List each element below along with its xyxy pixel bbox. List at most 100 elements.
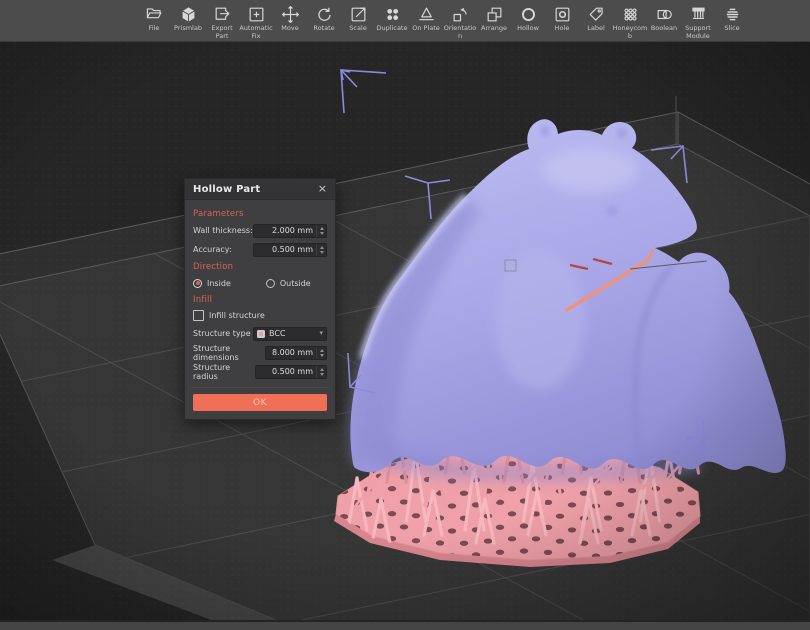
bear-eye <box>607 207 618 216</box>
prismlab-cube-icon <box>179 5 198 24</box>
hole-icon <box>553 5 572 24</box>
structure-radius-label: Structure radius <box>193 363 255 381</box>
structure-preview-icon <box>257 330 265 338</box>
slice-icon <box>723 5 742 24</box>
hollow-circle-icon <box>519 5 538 24</box>
wall-thickness-value: 2.000 mm <box>272 226 316 235</box>
toolbar-button-label: Boolean <box>646 25 682 33</box>
toolbar-button-slice[interactable]: Slice <box>715 5 749 40</box>
toolbar-button-arrange[interactable]: Arrange <box>477 5 511 40</box>
structure-dimensions-value: 8.000 mm <box>272 348 316 357</box>
spinner-up-icon[interactable] <box>320 349 324 352</box>
accuracy-label: Accuracy: <box>193 245 232 254</box>
spinner-up-icon[interactable] <box>320 368 324 371</box>
wall-thickness-field[interactable]: 2.000 mm <box>253 224 327 238</box>
toolbar-button-text: Label <box>578 25 614 33</box>
toolbar-button-hollow[interactable]: Hollow <box>511 5 545 40</box>
structure-dimensions-field[interactable]: 8.000 mm <box>265 346 327 360</box>
toolbar-button-on-plate[interactable]: On Plate <box>409 5 443 40</box>
rotate-icon <box>315 5 334 24</box>
spinner-down-icon[interactable] <box>320 251 324 254</box>
toolbar-button-duplicate[interactable]: Duplicate <box>375 5 409 40</box>
toolbar-button-label: Duplicate <box>374 25 410 33</box>
accuracy-field[interactable]: 0.500 mm <box>253 243 327 257</box>
toolbar-button-label: Scale <box>340 25 376 33</box>
structure-type-label: Structure type <box>193 329 251 338</box>
main-toolbar: File Prismlab Export Part Automatic Fix … <box>0 0 810 42</box>
toolbar-button-move[interactable]: Move <box>273 5 307 40</box>
orientation-icon <box>451 5 470 24</box>
arrange-icon <box>485 5 504 24</box>
structure-dimensions-spinner[interactable] <box>316 347 326 359</box>
toolbar-button-automatic-fix[interactable]: Automatic Fix <box>239 5 273 40</box>
toolbar-button-orientation[interactable]: Orientation <box>443 5 477 40</box>
tag-icon <box>587 5 606 24</box>
inside-radio[interactable] <box>193 279 202 288</box>
toolbar-button-label: Support Module <box>680 25 716 40</box>
honeycomb-icon <box>621 5 640 24</box>
toolbar-button-label: Honeycomb <box>612 25 648 40</box>
accuracy-value: 0.500 mm <box>272 245 316 254</box>
spinner-up-icon[interactable] <box>320 227 324 230</box>
section-parameters: Parameters <box>193 209 327 219</box>
toolbar-button-label: Orientation <box>442 25 478 40</box>
dialog-title: Hollow Part <box>193 184 260 195</box>
toolbar-button-label: Hole <box>544 25 580 33</box>
fix-plus-icon <box>247 5 266 24</box>
wall-thickness-spinner[interactable] <box>316 225 326 237</box>
toolbar-button-scale[interactable]: Scale <box>341 5 375 40</box>
toolbar-button-label: On Plate <box>408 25 444 33</box>
move-arrows-icon <box>281 5 300 24</box>
toolbar-button-label[interactable]: Label <box>579 5 613 40</box>
toolbar-button-file[interactable]: File <box>137 5 171 40</box>
spinner-up-icon[interactable] <box>320 246 324 249</box>
dialog-titlebar[interactable]: Hollow Part × <box>185 179 335 200</box>
inside-radio-label: Inside <box>207 279 231 288</box>
on-plate-icon <box>417 5 436 24</box>
toolbar-button-support-module[interactable]: Support Module <box>681 5 715 40</box>
spinner-down-icon[interactable] <box>320 373 324 376</box>
structure-radius-field[interactable]: 0.500 mm <box>255 365 327 379</box>
infill-structure-label: Infill structure <box>209 311 265 320</box>
toolbar-button-prismlab[interactable]: Prismlab <box>171 5 205 40</box>
toolbar-button-label: Automatic Fix <box>238 25 274 40</box>
section-infill: Infill <box>193 295 327 305</box>
ok-button[interactable]: OK <box>193 394 327 411</box>
toolbar-button-export-part[interactable]: Export Part <box>205 5 239 40</box>
toolbar-button-honeycomb[interactable]: Honeycomb <box>613 5 647 40</box>
viewport-3d[interactable] <box>0 0 810 630</box>
toolbar-button-rotate[interactable]: Rotate <box>307 5 341 40</box>
close-icon[interactable]: × <box>318 184 327 194</box>
structure-radius-value: 0.500 mm <box>272 367 316 376</box>
toolbar-button-hole[interactable]: Hole <box>545 5 579 40</box>
scale-icon <box>349 5 368 24</box>
folder-icon <box>145 5 164 24</box>
export-icon <box>213 5 232 24</box>
wall-thickness-label: Wall thickness: <box>193 226 253 235</box>
structure-type-value: BCC <box>269 329 319 338</box>
structure-type-dropdown[interactable]: BCC ▾ <box>253 327 327 341</box>
structure-dimensions-label: Structure dimensions <box>193 344 265 362</box>
outside-radio[interactable] <box>266 279 275 288</box>
toolbar-button-label: Move <box>272 25 308 33</box>
support-module-icon <box>689 5 708 24</box>
infill-structure-checkbox[interactable] <box>193 310 204 321</box>
toolbar-button-label: Rotate <box>306 25 342 33</box>
toolbar-button-label: Hollow <box>510 25 546 33</box>
chevron-down-icon: ▾ <box>319 330 323 337</box>
spinner-down-icon[interactable] <box>320 354 324 357</box>
toolbar-button-label: Slice <box>714 25 750 33</box>
section-direction: Direction <box>193 262 327 272</box>
accuracy-spinner[interactable] <box>316 244 326 256</box>
app-window: File Prismlab Export Part Automatic Fix … <box>0 0 810 630</box>
toolbar-button-label: Export Part <box>204 25 240 40</box>
toolbar-button-label: Prismlab <box>170 25 206 33</box>
toolbar-button-label: Arrange <box>476 25 512 33</box>
outside-radio-label: Outside <box>280 279 311 288</box>
dialog-divider <box>191 387 329 388</box>
spinner-down-icon[interactable] <box>320 232 324 235</box>
structure-radius-spinner[interactable] <box>316 366 326 378</box>
hollow-part-dialog: Hollow Part × Parameters Wall thickness:… <box>184 178 336 420</box>
boolean-icon <box>655 5 674 24</box>
toolbar-button-boolean[interactable]: Boolean <box>647 5 681 40</box>
